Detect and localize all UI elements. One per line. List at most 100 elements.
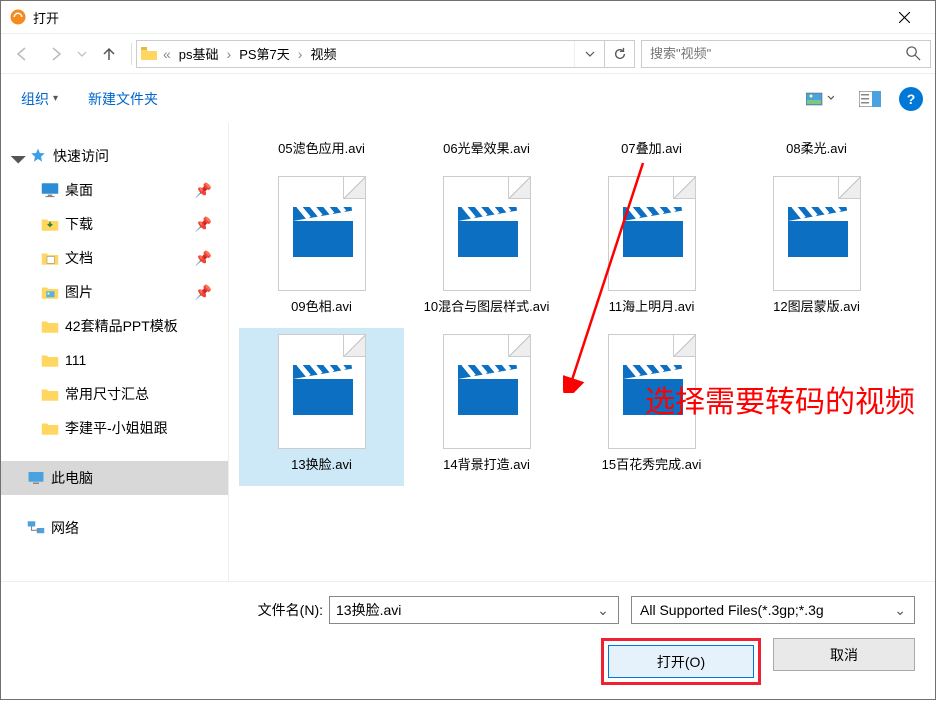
help-icon: ? xyxy=(907,91,916,107)
close-icon xyxy=(899,12,910,23)
address-bar[interactable]: « ps基础 › PS第7天 › 视频 xyxy=(136,40,635,68)
cancel-label: 取消 xyxy=(830,645,858,665)
sidebar-111[interactable]: 111 xyxy=(1,343,228,377)
file-item[interactable]: 10混合与图层样式.avi xyxy=(404,170,569,328)
thumbnails-icon xyxy=(806,90,834,108)
file-item[interactable]: 15百花秀完成.avi xyxy=(569,328,734,486)
open-button-highlight: 打开(O) xyxy=(601,638,761,685)
file-type-filter[interactable]: All Supported Files(*.3gp;*.3g ⌄ xyxy=(631,596,915,624)
chevron-right-icon: › xyxy=(296,46,305,62)
new-folder-button[interactable]: 新建文件夹 xyxy=(80,85,166,113)
quick-access-label: 快速访问 xyxy=(53,146,109,166)
file-item[interactable]: 07叠加.avi xyxy=(569,123,734,170)
file-name: 07叠加.avi xyxy=(621,141,682,158)
sidebar-documents[interactable]: 文档📌 xyxy=(1,241,228,275)
sidebar-this-pc[interactable]: 此电脑 xyxy=(1,461,228,495)
close-button[interactable] xyxy=(882,2,927,32)
search-input[interactable] xyxy=(642,46,896,61)
arrow-up-icon xyxy=(101,46,117,62)
chevron-down-icon: ⌄ xyxy=(894,602,906,619)
folder-icon xyxy=(41,351,59,369)
filename-input[interactable] xyxy=(336,602,594,618)
file-item[interactable]: 08柔光.avi xyxy=(734,123,899,170)
breadcrumb-3[interactable]: 视频 xyxy=(304,41,342,67)
pin-icon: 📌 xyxy=(195,216,212,233)
open-dialog: 打开 « ps基础 › PS第7天 › 视频 组织 ▾ 新建文件夹 xyxy=(0,0,936,700)
video-file-icon xyxy=(278,176,366,291)
sidebar-item-label: 常用尺寸汇总 xyxy=(65,384,149,404)
chevron-down-icon: ▾ xyxy=(53,93,58,104)
file-pane[interactable]: 05滤色应用.avi 06光晕效果.avi 07叠加.avi 08柔光.avi … xyxy=(229,123,935,581)
pin-icon: 📌 xyxy=(195,250,212,267)
sidebar-network[interactable]: 网络 xyxy=(1,511,228,545)
chevron-down-icon[interactable]: ⌄ xyxy=(594,602,612,619)
folder-icon xyxy=(137,47,161,61)
file-item[interactable]: 06光晕效果.avi xyxy=(404,123,569,170)
sidebar-ppt[interactable]: 42套精品PPT模板 xyxy=(1,309,228,343)
open-label: 打开(O) xyxy=(657,652,705,672)
breadcrumb-2[interactable]: PS第7天 xyxy=(233,41,296,67)
video-file-icon xyxy=(608,334,696,449)
refresh-button[interactable] xyxy=(604,41,634,67)
preview-icon xyxy=(859,91,881,107)
recent-dropdown[interactable] xyxy=(73,37,91,71)
video-file-icon xyxy=(443,334,531,449)
sidebar-desktop[interactable]: 桌面📌 xyxy=(1,173,228,207)
expand-icon: ◢ xyxy=(9,145,31,167)
file-name: 13换脸.avi xyxy=(291,457,352,474)
forward-button[interactable] xyxy=(39,37,73,71)
video-file-icon xyxy=(278,334,366,449)
file-name: 09色相.avi xyxy=(291,299,352,316)
bottom-panel: 文件名(N): ⌄ All Supported Files(*.3gp;*.3g… xyxy=(1,581,935,703)
file-name: 10混合与图层样式.avi xyxy=(424,299,550,316)
file-item[interactable]: 11海上明月.avi xyxy=(569,170,734,328)
sidebar-size[interactable]: 常用尺寸汇总 xyxy=(1,377,228,411)
main-area: ◢ 快速访问 桌面📌 下载📌 文档📌 图片📌 4 xyxy=(1,123,935,581)
file-item-selected[interactable]: 13换脸.avi xyxy=(239,328,404,486)
organize-button[interactable]: 组织 ▾ xyxy=(13,85,66,113)
pc-icon xyxy=(27,469,45,487)
window-title: 打开 xyxy=(33,8,59,27)
sidebar-downloads[interactable]: 下载📌 xyxy=(1,207,228,241)
sidebar-pictures[interactable]: 图片📌 xyxy=(1,275,228,309)
breadcrumb-1[interactable]: ps基础 xyxy=(173,41,225,67)
folder-icon xyxy=(41,317,59,335)
folder-icon xyxy=(41,385,59,403)
file-name: 05滤色应用.avi xyxy=(278,141,365,158)
file-name: 14背景打造.avi xyxy=(443,457,530,474)
organize-label: 组织 xyxy=(21,89,49,109)
chevron-down-icon xyxy=(77,49,87,59)
filename-combo[interactable]: ⌄ xyxy=(329,596,619,624)
sidebar-item-label: 李建平-小姐姐跟 xyxy=(65,418,168,438)
file-name: 06光晕效果.avi xyxy=(443,141,530,158)
folder-icon xyxy=(41,419,59,437)
sidebar-item-label: 111 xyxy=(65,352,86,368)
open-button[interactable]: 打开(O) xyxy=(608,645,754,678)
up-button[interactable] xyxy=(95,40,123,68)
sidebar-quick-access[interactable]: ◢ 快速访问 xyxy=(1,139,228,173)
file-name: 12图层蒙版.avi xyxy=(773,299,860,316)
back-button[interactable] xyxy=(5,37,39,71)
new-folder-label: 新建文件夹 xyxy=(88,89,158,109)
file-item[interactable]: 12图层蒙版.avi xyxy=(734,170,899,328)
desktop-icon xyxy=(41,181,59,199)
arrow-left-icon xyxy=(14,46,30,62)
file-item[interactable]: 05滤色应用.avi xyxy=(239,123,404,170)
cancel-button[interactable]: 取消 xyxy=(773,638,915,671)
arrow-right-icon xyxy=(48,46,64,62)
preview-pane-button[interactable] xyxy=(855,87,885,111)
view-mode-button[interactable] xyxy=(799,87,841,111)
search-box[interactable] xyxy=(641,40,931,68)
address-dropdown[interactable] xyxy=(574,41,604,67)
sidebar-li[interactable]: 李建平-小姐姐跟 xyxy=(1,411,228,445)
pin-icon: 📌 xyxy=(195,284,212,301)
file-item[interactable]: 14背景打造.avi xyxy=(404,328,569,486)
file-item[interactable]: 09色相.avi xyxy=(239,170,404,328)
chevron-right-icon: › xyxy=(225,46,234,62)
sidebar-item-label: 此电脑 xyxy=(51,468,93,488)
documents-icon xyxy=(41,249,59,267)
help-button[interactable]: ? xyxy=(899,87,923,111)
toolbar: 组织 ▾ 新建文件夹 ? xyxy=(1,73,935,123)
downloads-icon xyxy=(41,215,59,233)
filename-label: 文件名(N): xyxy=(258,600,323,620)
